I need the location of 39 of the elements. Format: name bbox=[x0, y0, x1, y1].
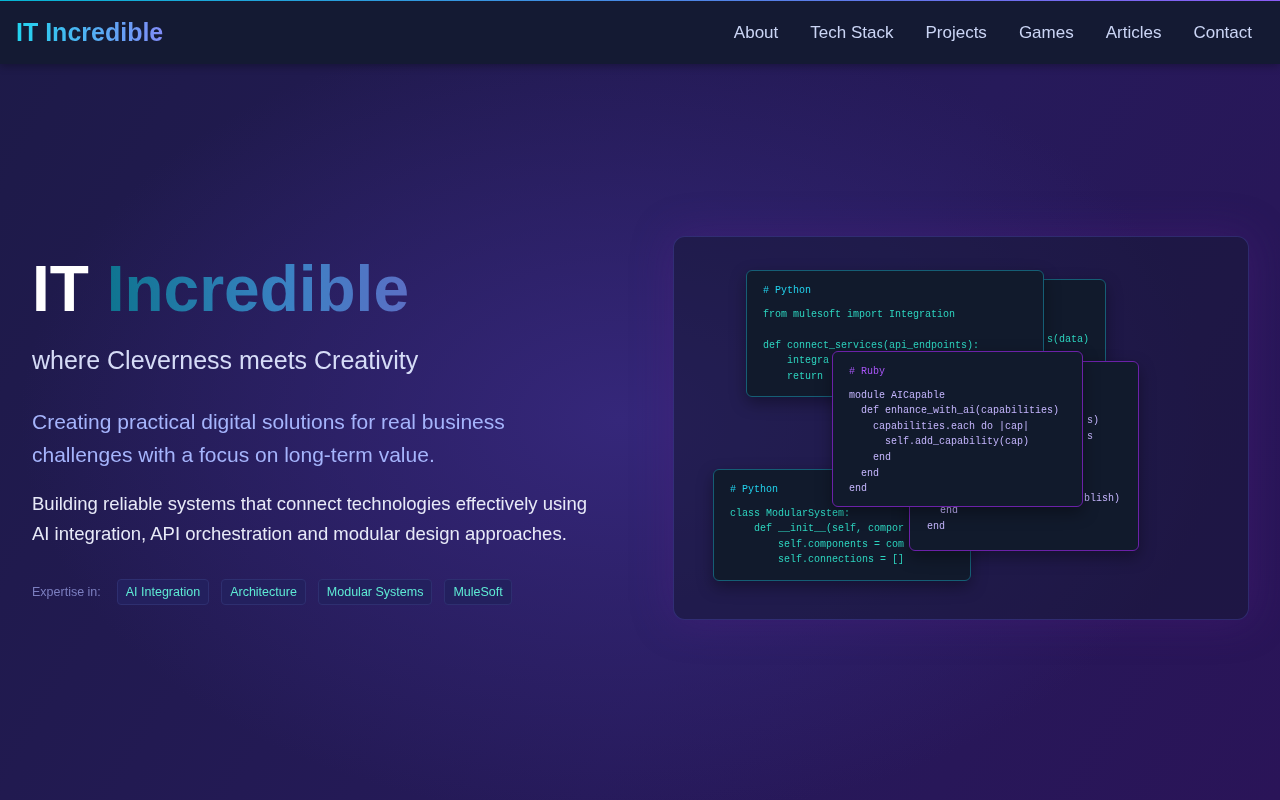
lead-paragraph: Creating practical digital solutions for real business challenges with a focus on long-term value. bbox=[32, 408, 506, 468]
code-line: blish) bbox=[1084, 492, 1120, 506]
code-comment: # Python bbox=[730, 483, 778, 497]
code-line: class ModularSystem: bbox=[730, 506, 851, 521]
code-line: from mulesoft import Integration bbox=[763, 307, 956, 322]
code-line: s) bbox=[1087, 414, 1099, 428]
code-line: s bbox=[1087, 430, 1093, 444]
code-comment: # Python bbox=[763, 284, 811, 298]
expertise-label: Expertise in: bbox=[32, 584, 101, 599]
nav-link[interactable]: About bbox=[733, 22, 779, 43]
nav-link[interactable]: Articles bbox=[1105, 22, 1162, 43]
expertise-tag: Modular Systems bbox=[317, 578, 433, 605]
tagline: where Cleverness meets Creativity bbox=[32, 345, 420, 375]
hero-title: IT bbox=[32, 252, 89, 325]
nav-link[interactable]: Games bbox=[1018, 22, 1074, 43]
code-line: def __init__(self, compor bbox=[753, 522, 905, 537]
body-paragraph: Building reliable systems that connect technologies effectively using AI integration, API orchestration and modular design approaches. bbox=[32, 491, 588, 546]
code-line: s(data) bbox=[1047, 333, 1089, 347]
expertise-tag: Architecture bbox=[221, 578, 306, 605]
code-line: capabilities.each do |cap| bbox=[872, 419, 1030, 434]
code-comment: # Ruby bbox=[849, 365, 885, 379]
nav-link[interactable]: Contact bbox=[1193, 22, 1252, 43]
code-line: integra bbox=[786, 354, 829, 369]
code-line: self.connections = [] bbox=[777, 553, 905, 568]
code-line: end bbox=[872, 450, 891, 465]
code-line: end bbox=[860, 466, 879, 481]
code-line: def enhance_with_ai(capabilities) bbox=[860, 404, 1060, 419]
code-line: self.components = com bbox=[777, 537, 905, 552]
code-line: end bbox=[927, 520, 945, 534]
code-line: return bbox=[786, 369, 823, 384]
code-line: self.add_capability(cap) bbox=[884, 435, 1030, 450]
expertise-tag: AI Integration bbox=[116, 578, 210, 605]
code-line: end bbox=[940, 504, 958, 518]
code-line: module AICapable bbox=[849, 388, 945, 403]
code-line: def connect_services(api_endpoints): bbox=[763, 338, 980, 353]
expertise-tag: MuleSoft bbox=[444, 578, 512, 605]
nav-link[interactable]: Tech Stack bbox=[810, 22, 894, 43]
nav-link[interactable]: Projects bbox=[925, 22, 987, 43]
code-line: end bbox=[849, 482, 867, 497]
